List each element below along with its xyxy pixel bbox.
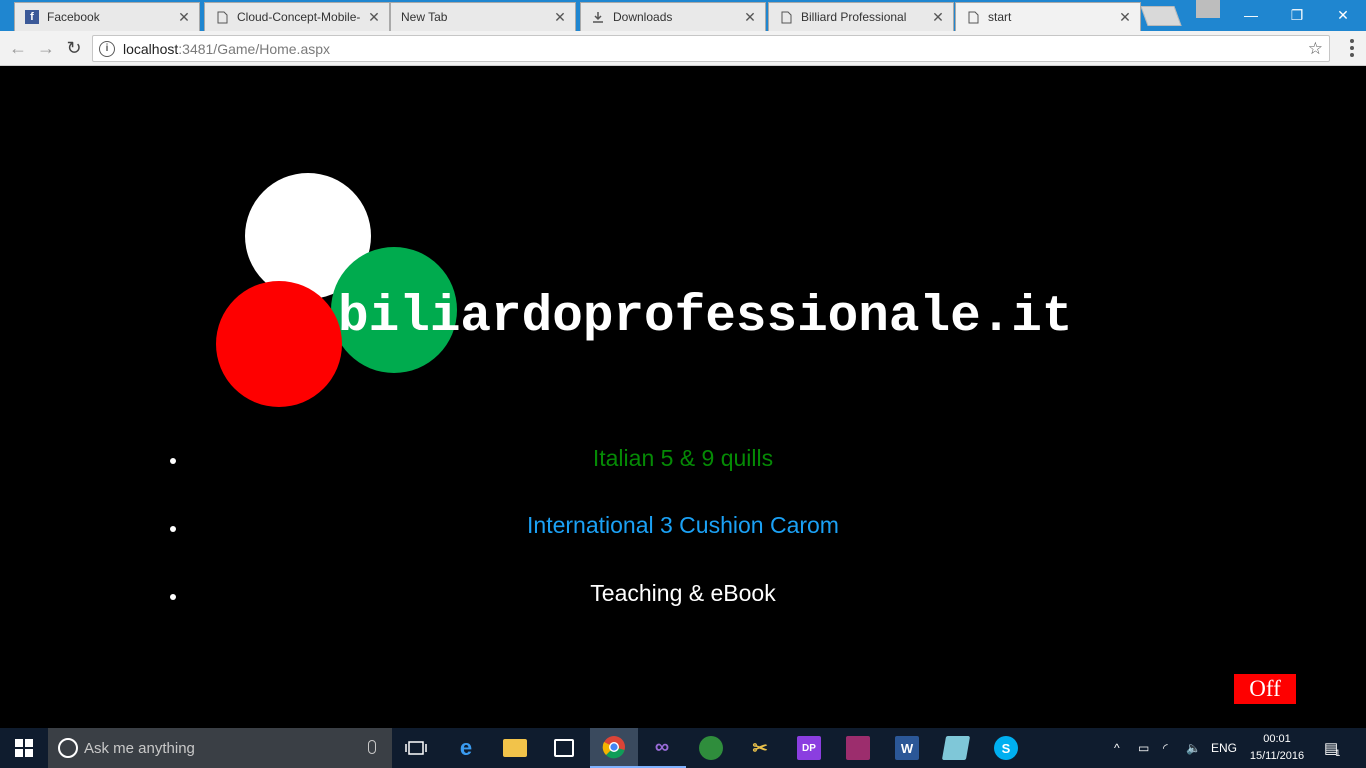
store-icon[interactable]: [540, 728, 588, 768]
tab-cloud-concept[interactable]: Cloud-Concept-Mobile- ✕: [204, 2, 390, 31]
page-icon: [779, 10, 793, 24]
page-icon: [215, 10, 229, 24]
chrome-icon[interactable]: [590, 728, 638, 768]
off-button[interactable]: Off: [1234, 674, 1296, 704]
new-tab-button[interactable]: [1140, 6, 1182, 26]
tab-facebook[interactable]: f Facebook ✕: [14, 2, 200, 31]
cortana-search-box[interactable]: Ask me anything: [48, 728, 392, 768]
tab-title: Billiard Professional: [801, 10, 907, 24]
language-indicator[interactable]: ENG: [1211, 728, 1237, 768]
skype-icon[interactable]: S: [982, 728, 1030, 768]
menu-item-italian-5-9-quills[interactable]: Italian 5 & 9 quills: [0, 445, 1366, 472]
tab-billiard-professional[interactable]: Billiard Professional ✕: [768, 2, 954, 31]
show-hidden-icons[interactable]: ^: [1114, 728, 1120, 768]
tab-title: New Tab: [401, 10, 448, 24]
maximize-button[interactable]: ❐: [1274, 0, 1320, 30]
close-icon[interactable]: ✕: [743, 9, 757, 26]
info-icon[interactable]: i: [99, 40, 115, 57]
window-close-button[interactable]: ✕: [1320, 0, 1366, 30]
windows-logo-icon: [15, 739, 33, 757]
volume-icon[interactable]: 🔈: [1186, 728, 1201, 768]
close-icon[interactable]: ✕: [367, 9, 381, 26]
close-icon[interactable]: ✕: [553, 9, 567, 26]
menu-item-international-3-cushion[interactable]: International 3 Cushion Carom: [0, 512, 1366, 539]
ie-download-icon[interactable]: [687, 728, 735, 768]
minimize-button[interactable]: —: [1228, 0, 1274, 30]
clock[interactable]: 00:01 15/11/2016: [1244, 731, 1310, 765]
clock-date: 15/11/2016: [1249, 750, 1305, 762]
notification-count: 1: [1335, 748, 1341, 758]
download-icon: [591, 10, 605, 24]
page-icon: [966, 10, 980, 24]
microphone-icon[interactable]: [368, 740, 376, 754]
close-icon[interactable]: ✕: [1118, 9, 1132, 26]
tab-strip: f Facebook ✕ Cloud-Concept-Mobile- ✕ New…: [0, 0, 1366, 31]
close-icon[interactable]: ✕: [177, 9, 191, 26]
tab-downloads[interactable]: Downloads ✕: [580, 2, 766, 31]
cortana-icon: [58, 738, 78, 758]
reload-icon[interactable]: ↻: [62, 36, 86, 60]
winrar-icon[interactable]: [834, 728, 882, 768]
facebook-icon: f: [25, 10, 39, 24]
tab-title: Cloud-Concept-Mobile-: [237, 10, 361, 24]
tab-new-tab[interactable]: New Tab ✕: [390, 2, 576, 31]
bookmark-star-icon[interactable]: ☆: [1308, 39, 1323, 59]
tab-title: Facebook: [47, 10, 100, 24]
task-view-icon[interactable]: [392, 728, 440, 768]
tools-icon[interactable]: ✂: [736, 728, 784, 768]
url-path: :3481/Game/Home.aspx: [178, 40, 331, 57]
tab-title: start: [988, 10, 1012, 24]
windows-taskbar: Ask me anything e ∞ ✂ DP W S ^ ▭ ◜ 🔈 ENG…: [0, 728, 1366, 768]
close-icon[interactable]: ✕: [931, 9, 945, 26]
dotpeek-icon[interactable]: DP: [785, 728, 833, 768]
back-arrow-icon[interactable]: ←: [6, 36, 30, 60]
start-button[interactable]: [0, 728, 48, 768]
visual-studio-icon[interactable]: ∞: [638, 728, 686, 768]
page-content: biliardoprofessionale.it Italian 5 & 9 q…: [0, 66, 1366, 728]
edge-icon[interactable]: e: [442, 728, 490, 768]
file-explorer-icon[interactable]: [491, 728, 539, 768]
tab-start[interactable]: start ✕: [955, 2, 1141, 31]
tab-title: Downloads: [613, 10, 673, 24]
browser-toolbar: ← → ↻ i localhost:3481/Game/Home.aspx ☆: [0, 31, 1366, 66]
wifi-icon[interactable]: ◜: [1163, 728, 1168, 768]
action-center-icon[interactable]: ▤ 1: [1324, 728, 1340, 768]
chrome-menu-icon[interactable]: [1342, 36, 1362, 60]
battery-icon[interactable]: ▭: [1138, 728, 1149, 768]
url-host: localhost: [123, 40, 179, 57]
menu-item-teaching-ebook[interactable]: Teaching & eBook: [0, 580, 1366, 607]
profile-icon[interactable]: [1196, 0, 1220, 18]
address-bar[interactable]: i localhost:3481/Game/Home.aspx ☆: [92, 35, 1330, 62]
forward-arrow-icon[interactable]: →: [34, 36, 58, 60]
clock-time: 00:01: [1263, 733, 1291, 745]
notes-icon[interactable]: [932, 728, 980, 768]
red-ball-logo: [216, 281, 342, 407]
site-title: biliardoprofessionale.it: [338, 289, 1073, 346]
word-icon[interactable]: W: [883, 728, 931, 768]
search-placeholder: Ask me anything: [84, 739, 195, 757]
